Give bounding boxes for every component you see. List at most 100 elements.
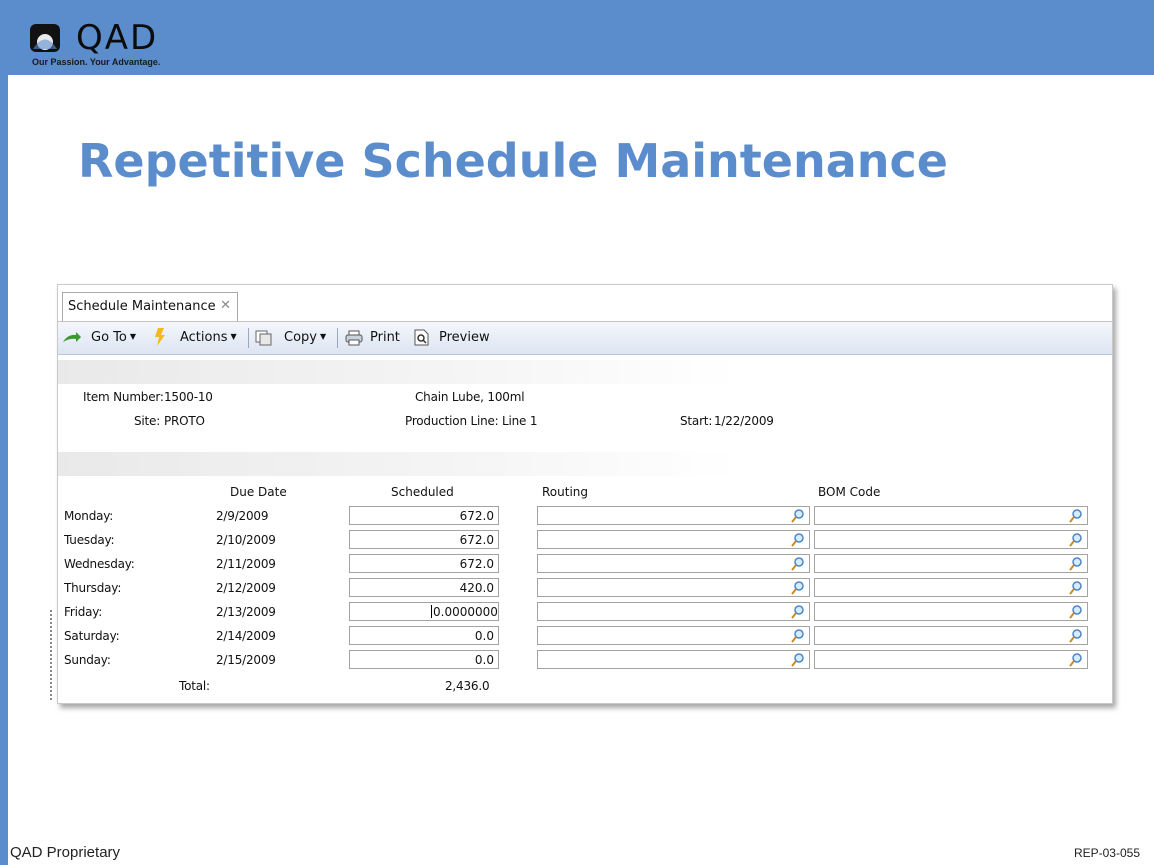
text-cursor bbox=[431, 605, 432, 618]
logo-tagline: Our Passion. Your Advantage. bbox=[32, 57, 161, 67]
scheduled-input[interactable]: 672.0 bbox=[349, 554, 499, 573]
scheduled-value: 0.0 bbox=[474, 653, 494, 667]
tab-schedule-maintenance[interactable]: Schedule Maintenance ✕ bbox=[62, 292, 238, 321]
magnifier-icon[interactable] bbox=[1068, 652, 1084, 668]
slide-left-border bbox=[0, 75, 8, 865]
toolbar-separator bbox=[337, 328, 338, 348]
row-day-label: Wednesday: bbox=[64, 557, 135, 571]
row-day-label: Thursday: bbox=[64, 581, 122, 595]
bom-code-input[interactable] bbox=[814, 602, 1088, 621]
bom-code-input[interactable] bbox=[814, 626, 1088, 645]
qad-logo-icon bbox=[30, 24, 60, 52]
footer-slide-code: REP-03-055 bbox=[1073, 846, 1140, 860]
magnifier-icon[interactable] bbox=[790, 508, 806, 524]
scheduled-input[interactable]: 420.0 bbox=[349, 578, 499, 597]
footer-proprietary: QAD Proprietary bbox=[10, 844, 121, 861]
tab-label: Schedule Maintenance bbox=[68, 299, 216, 314]
scheduled-input[interactable]: 0.0 bbox=[349, 626, 499, 645]
lightning-icon bbox=[155, 328, 165, 346]
routing-input[interactable] bbox=[537, 554, 810, 573]
row-due-date: 2/15/2009 bbox=[216, 653, 276, 667]
routing-input[interactable] bbox=[537, 530, 810, 549]
slide-title: Repetitive Schedule Maintenance bbox=[78, 134, 948, 188]
total-value: 2,436.0 bbox=[445, 679, 490, 693]
scheduled-input[interactable]: 672.0 bbox=[349, 530, 499, 549]
row-due-date: 2/13/2009 bbox=[216, 605, 276, 619]
preview-icon bbox=[414, 329, 429, 346]
bom-code-input[interactable] bbox=[814, 650, 1088, 669]
column-header-due-date: Due Date bbox=[230, 485, 287, 499]
header-band bbox=[58, 360, 738, 384]
scheduled-input[interactable]: 672.0 bbox=[349, 506, 499, 525]
row-due-date: 2/14/2009 bbox=[216, 629, 276, 643]
production-line-label: Production Line: bbox=[405, 414, 499, 428]
schedule-maintenance-window: Schedule Maintenance ✕ Go To ▼ Actions ▼ C… bbox=[57, 284, 1113, 704]
total-label: Total: bbox=[179, 679, 210, 693]
routing-input[interactable] bbox=[537, 506, 810, 525]
actions-menu[interactable]: Actions ▼ bbox=[180, 330, 237, 345]
scheduled-value: 672.0 bbox=[459, 557, 494, 571]
row-due-date: 2/9/2009 bbox=[216, 509, 269, 523]
row-due-date: 2/10/2009 bbox=[216, 533, 276, 547]
go-to-menu[interactable]: Go To ▼ bbox=[91, 330, 136, 345]
printer-icon bbox=[345, 330, 363, 346]
magnifier-icon[interactable] bbox=[1068, 604, 1084, 620]
scheduled-value: 672.0 bbox=[459, 509, 494, 523]
logo-wordmark: QAD bbox=[76, 18, 159, 58]
item-description: Chain Lube, 100ml bbox=[415, 390, 525, 404]
tab-strip: Schedule Maintenance ✕ bbox=[58, 285, 1112, 322]
routing-input[interactable] bbox=[537, 578, 810, 597]
toolbar-separator bbox=[248, 328, 249, 348]
start-value: 1/22/2009 bbox=[714, 414, 774, 428]
scheduled-input-active[interactable]: 0.0000000 bbox=[349, 602, 499, 621]
chevron-down-icon: ▼ bbox=[319, 332, 327, 341]
magnifier-icon[interactable] bbox=[790, 604, 806, 620]
column-header-scheduled: Scheduled bbox=[391, 485, 454, 499]
bom-code-input[interactable] bbox=[814, 530, 1088, 549]
copy-icon bbox=[255, 330, 272, 346]
row-day-label: Friday: bbox=[64, 605, 103, 619]
bom-code-input[interactable] bbox=[814, 554, 1088, 573]
scheduled-input[interactable]: 0.0 bbox=[349, 650, 499, 669]
grid-band bbox=[58, 452, 738, 476]
production-line-value: Line 1 bbox=[502, 414, 538, 428]
go-to-arrow-icon bbox=[63, 332, 81, 342]
row-day-label: Tuesday: bbox=[64, 533, 115, 547]
actions-label: Actions bbox=[180, 330, 228, 345]
row-day-label: Monday: bbox=[64, 509, 114, 523]
magnifier-icon[interactable] bbox=[1068, 556, 1084, 572]
dotted-edge bbox=[50, 610, 54, 700]
row-due-date: 2/12/2009 bbox=[216, 581, 276, 595]
column-header-routing: Routing bbox=[542, 485, 589, 499]
magnifier-icon[interactable] bbox=[790, 556, 806, 572]
row-due-date: 2/11/2009 bbox=[216, 557, 276, 571]
magnifier-icon[interactable] bbox=[1068, 628, 1084, 644]
scheduled-value: 672.0 bbox=[459, 533, 494, 547]
magnifier-icon[interactable] bbox=[1068, 532, 1084, 548]
copy-menu[interactable]: Copy ▼ bbox=[284, 330, 326, 345]
bom-code-input[interactable] bbox=[814, 506, 1088, 525]
column-header-bom-code: BOM Code bbox=[818, 485, 881, 499]
copy-label: Copy bbox=[284, 330, 317, 345]
routing-input[interactable] bbox=[537, 626, 810, 645]
toolbar: Go To ▼ Actions ▼ Copy ▼ Print Preview bbox=[58, 322, 1112, 355]
item-number-value: 1500-10 bbox=[164, 390, 213, 404]
close-icon[interactable]: ✕ bbox=[220, 298, 231, 313]
bom-code-input[interactable] bbox=[814, 578, 1088, 597]
magnifier-icon[interactable] bbox=[1068, 580, 1084, 596]
routing-input[interactable] bbox=[537, 602, 810, 621]
scheduled-value: 0.0000000 bbox=[433, 605, 498, 619]
magnifier-icon[interactable] bbox=[1068, 508, 1084, 524]
magnifier-icon[interactable] bbox=[790, 580, 806, 596]
scheduled-value: 0.0 bbox=[474, 629, 494, 643]
magnifier-icon[interactable] bbox=[790, 652, 806, 668]
preview-button[interactable]: Preview bbox=[439, 330, 490, 345]
magnifier-icon[interactable] bbox=[790, 532, 806, 548]
slide-header-bar bbox=[0, 0, 1154, 75]
routing-input[interactable] bbox=[537, 650, 810, 669]
chevron-down-icon: ▼ bbox=[230, 332, 237, 341]
site-label: Site: bbox=[134, 414, 161, 428]
magnifier-icon[interactable] bbox=[790, 628, 806, 644]
print-button[interactable]: Print bbox=[370, 330, 400, 345]
go-to-label: Go To bbox=[91, 330, 127, 345]
